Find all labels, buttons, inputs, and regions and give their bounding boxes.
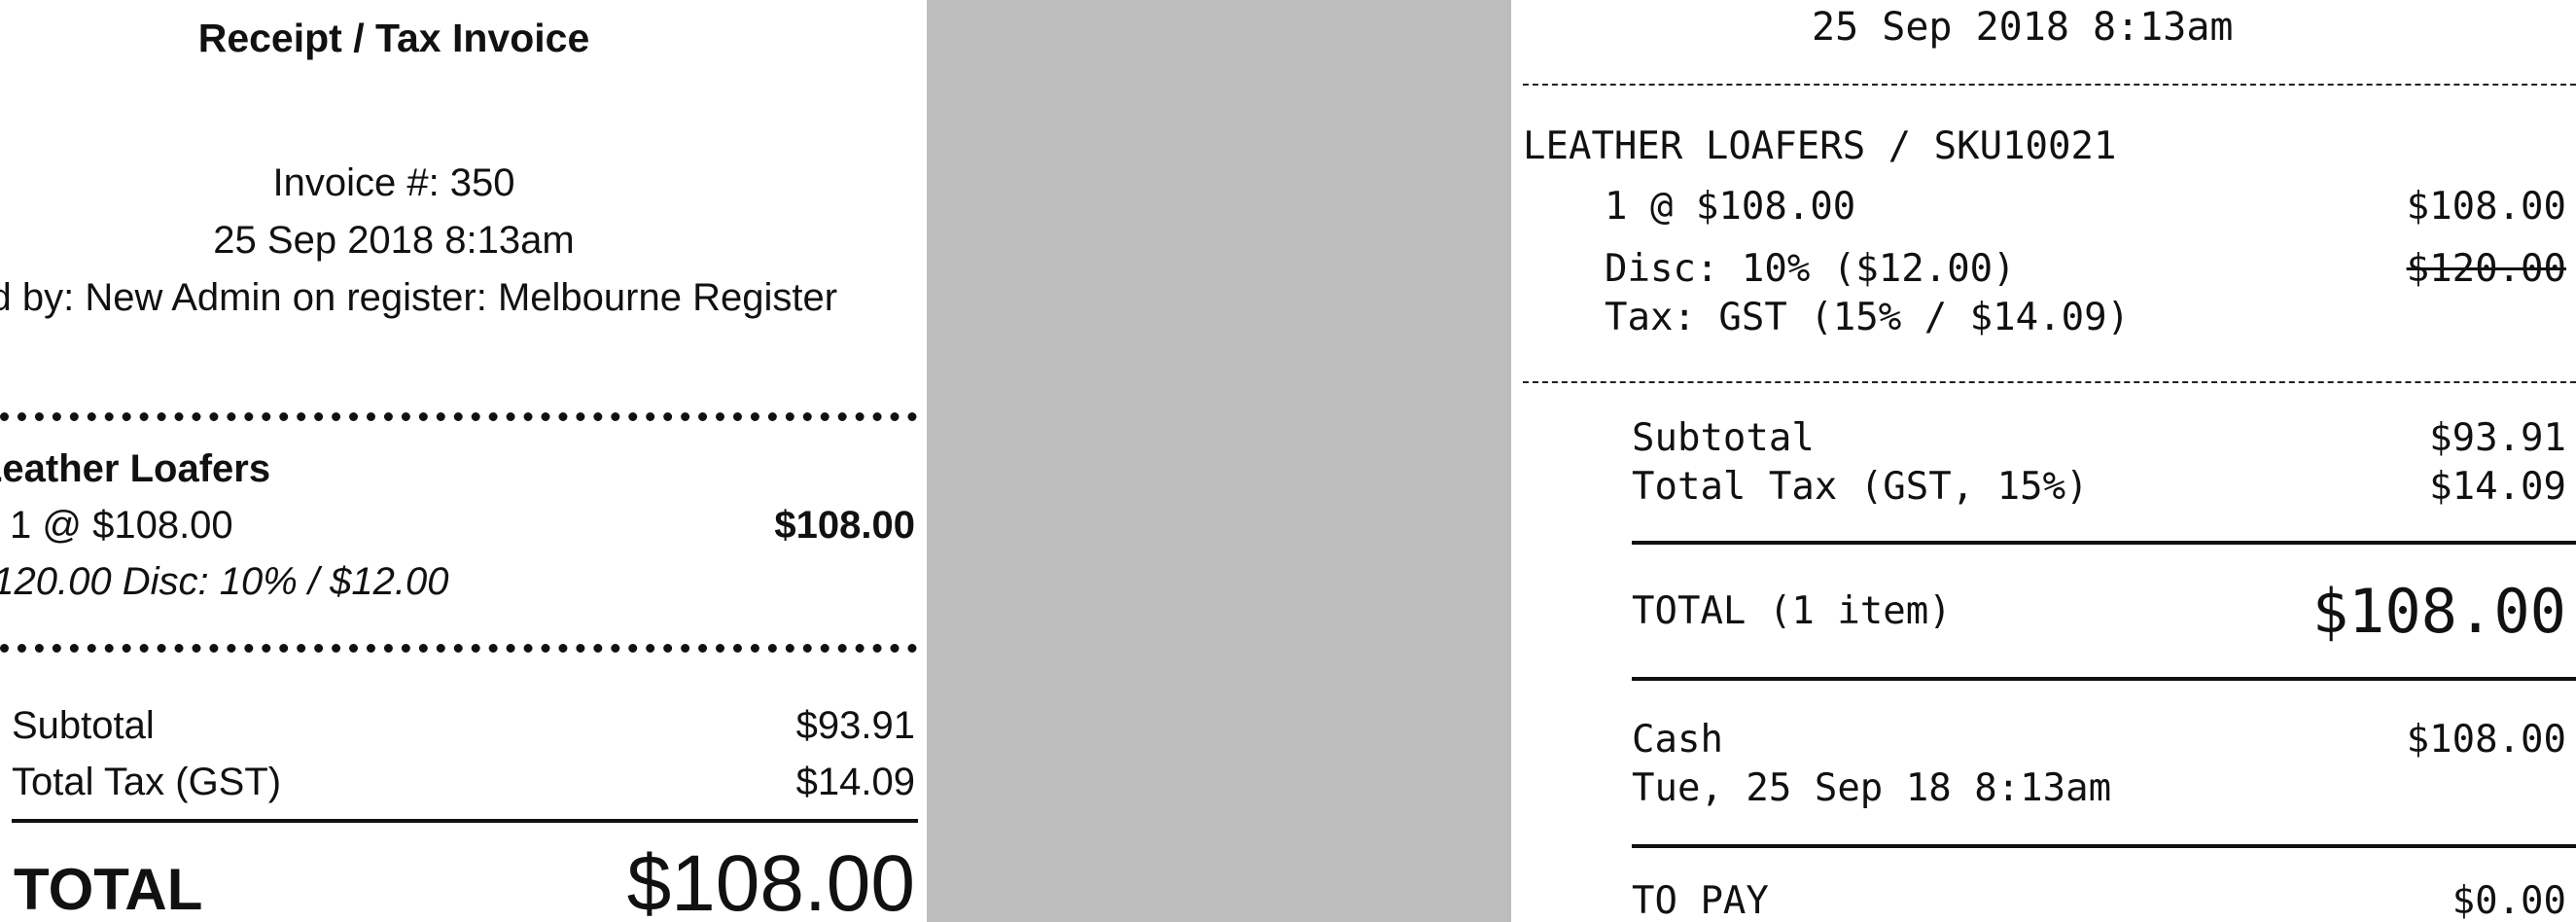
to-pay-label: TO PAY [1632,879,1769,922]
receipt-title: Receipt / Tax Invoice [197,16,590,60]
dotted-divider [0,412,917,421]
item-tax: Tax: GST (15% / $14.09) [1605,296,2131,339]
total-value: $108.00 [2311,576,2566,647]
subtotal-label: Subtotal [1632,416,1815,460]
item-qty-price: 1 @ $108.00 [1605,185,1856,229]
background-gap [927,0,1511,922]
item-qty-price: 1 @ $108.00 [10,504,233,547]
to-pay-divider [1632,844,2576,848]
total-value: $108.00 [626,839,915,922]
tax-value: $14.09 [795,761,915,803]
item-name: Leather Loafers [0,447,271,490]
total-divider [1632,541,2576,545]
payment-date: Tue, 25 Sep 18 8:13am [1632,766,2112,810]
item-line-total: $108.00 [774,504,915,547]
item-line-total: $108.00 [2406,185,2566,229]
total-label: TOTAL [14,857,203,922]
tax-label: Total Tax (GST, 15%) [1632,465,2089,509]
subtotal-value: $93.91 [795,704,915,747]
to-pay-value: $0.00 [2452,879,2566,922]
subtotal-value: $93.91 [2429,416,2566,460]
total-divider [12,819,918,823]
item-discount-note: $120.00 Disc: 10% / $12.00 [0,560,449,603]
payment-method: Cash [1632,718,1723,762]
payment-amount: $108.00 [2406,718,2566,762]
dotted-divider [0,644,917,653]
invoice-date: 25 Sep 2018 8:13am [213,219,575,262]
invoice-number: Invoice #: 350 [272,161,515,204]
right-receipt: 25 Sep 2018 8:13am LEATHER LOAFERS / SKU… [1511,0,2576,922]
subtotal-label: Subtotal [12,704,155,747]
receipt-date: 25 Sep 2018 8:13am [1812,5,2234,50]
total-label: TOTAL (1 item) [1632,589,1952,633]
tax-label: Total Tax (GST) [12,761,282,803]
served-by: Served by: New Admin on register: Melbou… [0,276,838,319]
item-discount: Disc: 10% ($12.00) [1605,247,2016,291]
left-receipt: Receipt / Tax Invoice Invoice #: 350 25 … [0,0,927,922]
item-name: LEATHER LOAFERS / SKU10021 [1523,124,2117,168]
dashed-divider [1523,381,2576,383]
payment-divider [1632,677,2576,681]
item-original-price: $120.00 [2406,247,2566,291]
tax-value: $14.09 [2429,465,2566,509]
dashed-divider [1523,84,2576,86]
